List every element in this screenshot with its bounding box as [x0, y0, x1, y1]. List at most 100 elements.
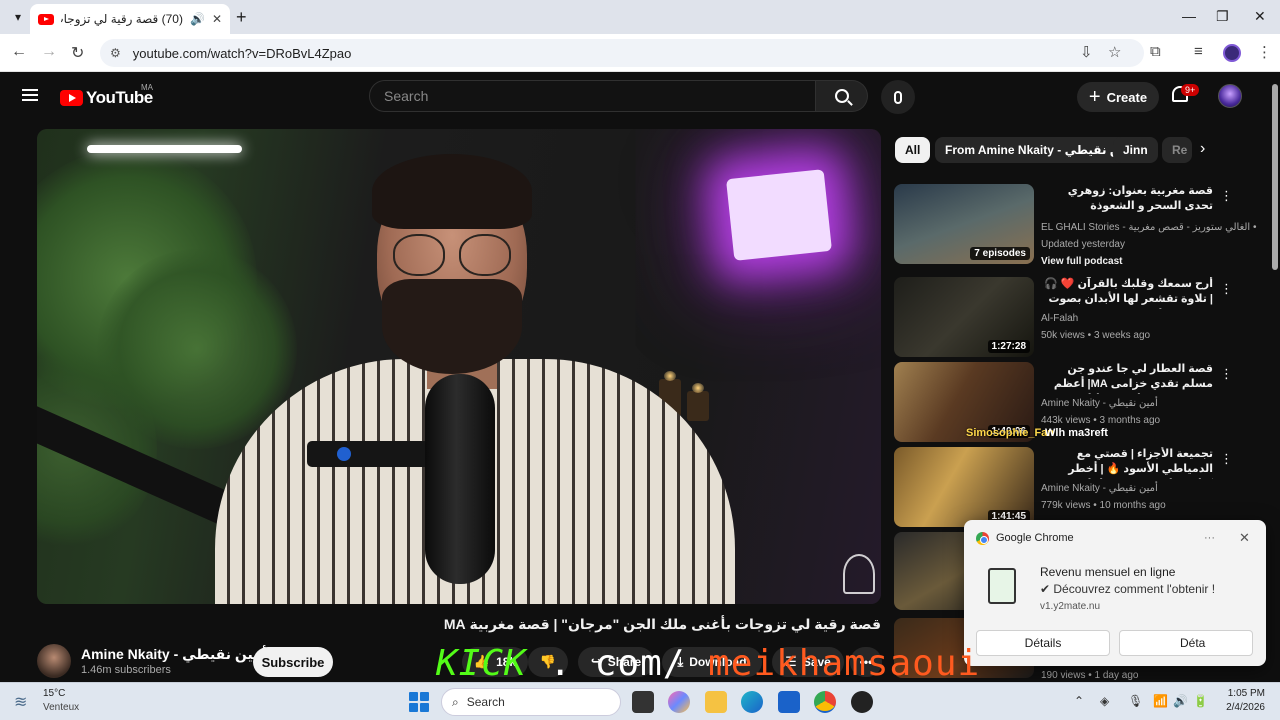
- reload-icon[interactable]: ↻: [71, 43, 84, 63]
- hamburger-menu-icon[interactable]: [22, 89, 38, 101]
- chrome-notification[interactable]: Google Chrome ··· ✕ Revenu mensuel en li…: [964, 520, 1266, 666]
- rec-channel[interactable]: Al-Falah: [1041, 313, 1078, 324]
- rec-title[interactable]: قصة مغربية بعنوان: زوهري تحدى السحر و ال…: [1041, 184, 1213, 214]
- chip-re[interactable]: Re: [1162, 137, 1192, 163]
- subscribe-button[interactable]: Subscribe: [253, 647, 333, 677]
- rec-meta: 190 views • 1 day ago: [1041, 670, 1139, 681]
- person-hair: [372, 154, 532, 229]
- forward-icon[interactable]: →: [41, 43, 57, 61]
- rec-item[interactable]: 7 episodes قصة مغربية بعنوان: زوهري تحدى…: [894, 184, 1264, 267]
- rec-channel[interactable]: EL GHALI Stories - الغالي ستوريز - قصص م…: [1041, 222, 1257, 233]
- plus-icon: +: [1088, 86, 1101, 108]
- chevron-up-icon[interactable]: ⌃: [1074, 694, 1084, 708]
- stream-overlay-text: Wlh ma3reft: [1045, 427, 1108, 439]
- store-icon[interactable]: [778, 691, 800, 713]
- close-window-icon[interactable]: ✕: [1254, 8, 1266, 25]
- account-avatar[interactable]: [1218, 84, 1242, 108]
- obs-icon[interactable]: [851, 691, 873, 713]
- clock-time[interactable]: 1:05 PM: [1225, 688, 1265, 699]
- channel-name[interactable]: Amine Nkaity - أمين نقيطي: [81, 646, 281, 663]
- rec-channel[interactable]: Amine Nkaity - أمين نقيطي: [1041, 398, 1158, 409]
- podcast-microphone: [425, 374, 495, 584]
- search-button[interactable]: [816, 80, 868, 112]
- wifi-icon[interactable]: 📶: [1153, 694, 1168, 708]
- rec-thumbnail[interactable]: 1:41:45: [894, 447, 1034, 527]
- notification-body: ✔ Découvrez comment l'obtenir !: [1040, 582, 1216, 596]
- rec-title[interactable]: تجميعة الأجزاء | قصتي مع الدمياطي الأسود…: [1041, 447, 1213, 479]
- more-vert-icon[interactable]: ⋮: [1220, 281, 1233, 297]
- weather-condition[interactable]: Venteux: [43, 702, 79, 713]
- speaker-icon[interactable]: 🔊: [190, 12, 205, 26]
- video-player[interactable]: [37, 129, 881, 604]
- chip-jinn[interactable]: Jinn: [1113, 137, 1158, 163]
- notification-image: [988, 568, 1016, 604]
- task-view-icon[interactable]: [632, 691, 654, 713]
- media-controls-icon[interactable]: ≡: [1194, 43, 1203, 60]
- file-explorer-icon[interactable]: [705, 691, 727, 713]
- clock-date[interactable]: 2/4/2026: [1215, 702, 1265, 713]
- windows-start-icon[interactable]: [409, 692, 429, 712]
- site-info-icon[interactable]: ⚙: [110, 46, 121, 60]
- scrollbar-thumb[interactable]: [1272, 84, 1278, 270]
- rec-title[interactable]: أرح سمعك وقلبك بالقرآن ❤️ 🎧 | تلاوة تقشع…: [1041, 277, 1213, 309]
- minimize-icon[interactable]: —: [1182, 8, 1196, 24]
- tab-search-button[interactable]: ▾: [8, 7, 28, 27]
- channel-name-text: Amine Nkaity - أمين نقيطي: [81, 646, 267, 662]
- address-bar[interactable]: ⚙ youtube.com/watch?v=DRoBvL4Zpao: [100, 39, 1144, 67]
- details-button[interactable]: Détails: [976, 630, 1110, 656]
- rec-meta: 443k views • 3 months ago: [1041, 415, 1161, 426]
- microphone-tray-icon[interactable]: 🎙: [1128, 694, 1143, 708]
- ceiling-light: [87, 145, 242, 153]
- youtube-header: YouTube MA + Create 9+: [0, 72, 1270, 122]
- rec-meta: 779k views • 10 months ago: [1041, 500, 1166, 511]
- chevron-right-icon[interactable]: ›: [1200, 140, 1205, 158]
- install-app-icon[interactable]: ⇩: [1080, 43, 1093, 61]
- wind-weather-icon[interactable]: ≋: [14, 692, 27, 712]
- chrome-taskbar-icon[interactable]: [814, 691, 836, 713]
- notification-source: v1.y2mate.nu: [1040, 601, 1101, 612]
- view-full-podcast-link[interactable]: View full podcast: [1041, 256, 1123, 267]
- search-icon: [834, 89, 849, 103]
- create-button[interactable]: + Create: [1077, 82, 1159, 112]
- rec-thumbnail[interactable]: 1:27:28: [894, 277, 1034, 357]
- rec-item[interactable]: 1:41:45 تجميعة الأجزاء | قصتي مع الدمياط…: [894, 447, 1264, 529]
- weather-temperature[interactable]: 15°C: [43, 688, 65, 699]
- battery-icon[interactable]: 🔋: [1193, 694, 1208, 708]
- extensions-icon[interactable]: ⧉: [1150, 43, 1161, 60]
- more-vert-icon[interactable]: ⋮: [1220, 366, 1233, 382]
- youtube-logo[interactable]: YouTube: [60, 88, 153, 108]
- profile-avatar-icon[interactable]: [1223, 44, 1241, 62]
- rec-channel[interactable]: Amine Nkaity - أمين نقيطي: [1041, 483, 1158, 494]
- restore-icon[interactable]: ❐: [1216, 8, 1229, 25]
- close-icon[interactable]: ✕: [1239, 530, 1250, 546]
- video-title: قصة رقية لي تزوجات بأغنى ملك الجن "مرجان…: [443, 616, 881, 632]
- more-vert-icon[interactable]: ⋮: [1220, 188, 1233, 204]
- more-vert-icon[interactable]: ⋮: [1220, 451, 1233, 467]
- browser-tab-youtube[interactable]: (70) قصة رقية لي تزوجات بأغ 🔊 ✕: [30, 4, 230, 34]
- channel-avatar[interactable]: [37, 644, 71, 678]
- chrome-menu-icon[interactable]: ⋮: [1257, 43, 1272, 61]
- rec-title[interactable]: قصة العطار لي جا عندو جن مسلم تقدي خزامى…: [1041, 362, 1213, 394]
- chip-all[interactable]: All: [895, 137, 931, 163]
- bookmark-star-icon[interactable]: ☆: [1108, 43, 1121, 61]
- video-frame: [37, 129, 881, 604]
- taskbar-search[interactable]: ⌕ Search: [441, 688, 621, 716]
- taskbar-search-label: Search: [466, 695, 505, 709]
- volume-icon[interactable]: 🔊: [1173, 694, 1188, 708]
- url-text: youtube.com/watch?v=DRoBvL4Zpao: [132, 45, 352, 61]
- more-horizontal-icon[interactable]: ···: [1204, 532, 1215, 544]
- voice-search-button[interactable]: [881, 80, 915, 114]
- rec-thumbnail[interactable]: 7 episodes: [894, 184, 1034, 264]
- new-tab-button[interactable]: +: [236, 7, 247, 28]
- copilot-icon[interactable]: [668, 691, 690, 713]
- close-tab-icon[interactable]: ✕: [212, 12, 222, 26]
- back-icon[interactable]: ←: [11, 43, 27, 61]
- edge-icon[interactable]: [741, 691, 763, 713]
- details-button-2[interactable]: Déta: [1119, 630, 1253, 656]
- network-shield-icon[interactable]: ◈: [1100, 694, 1109, 708]
- rec-item[interactable]: 1:27:28 أرح سمعك وقلبك بالقرآن ❤️ 🎧 | تل…: [894, 277, 1264, 359]
- stream-overlay-user: Simosophie_Fan: [966, 427, 1055, 439]
- search-input[interactable]: [384, 88, 815, 104]
- channel-watermark-logo: [843, 554, 875, 594]
- subscriber-count: 1.46m subscribers: [81, 664, 171, 676]
